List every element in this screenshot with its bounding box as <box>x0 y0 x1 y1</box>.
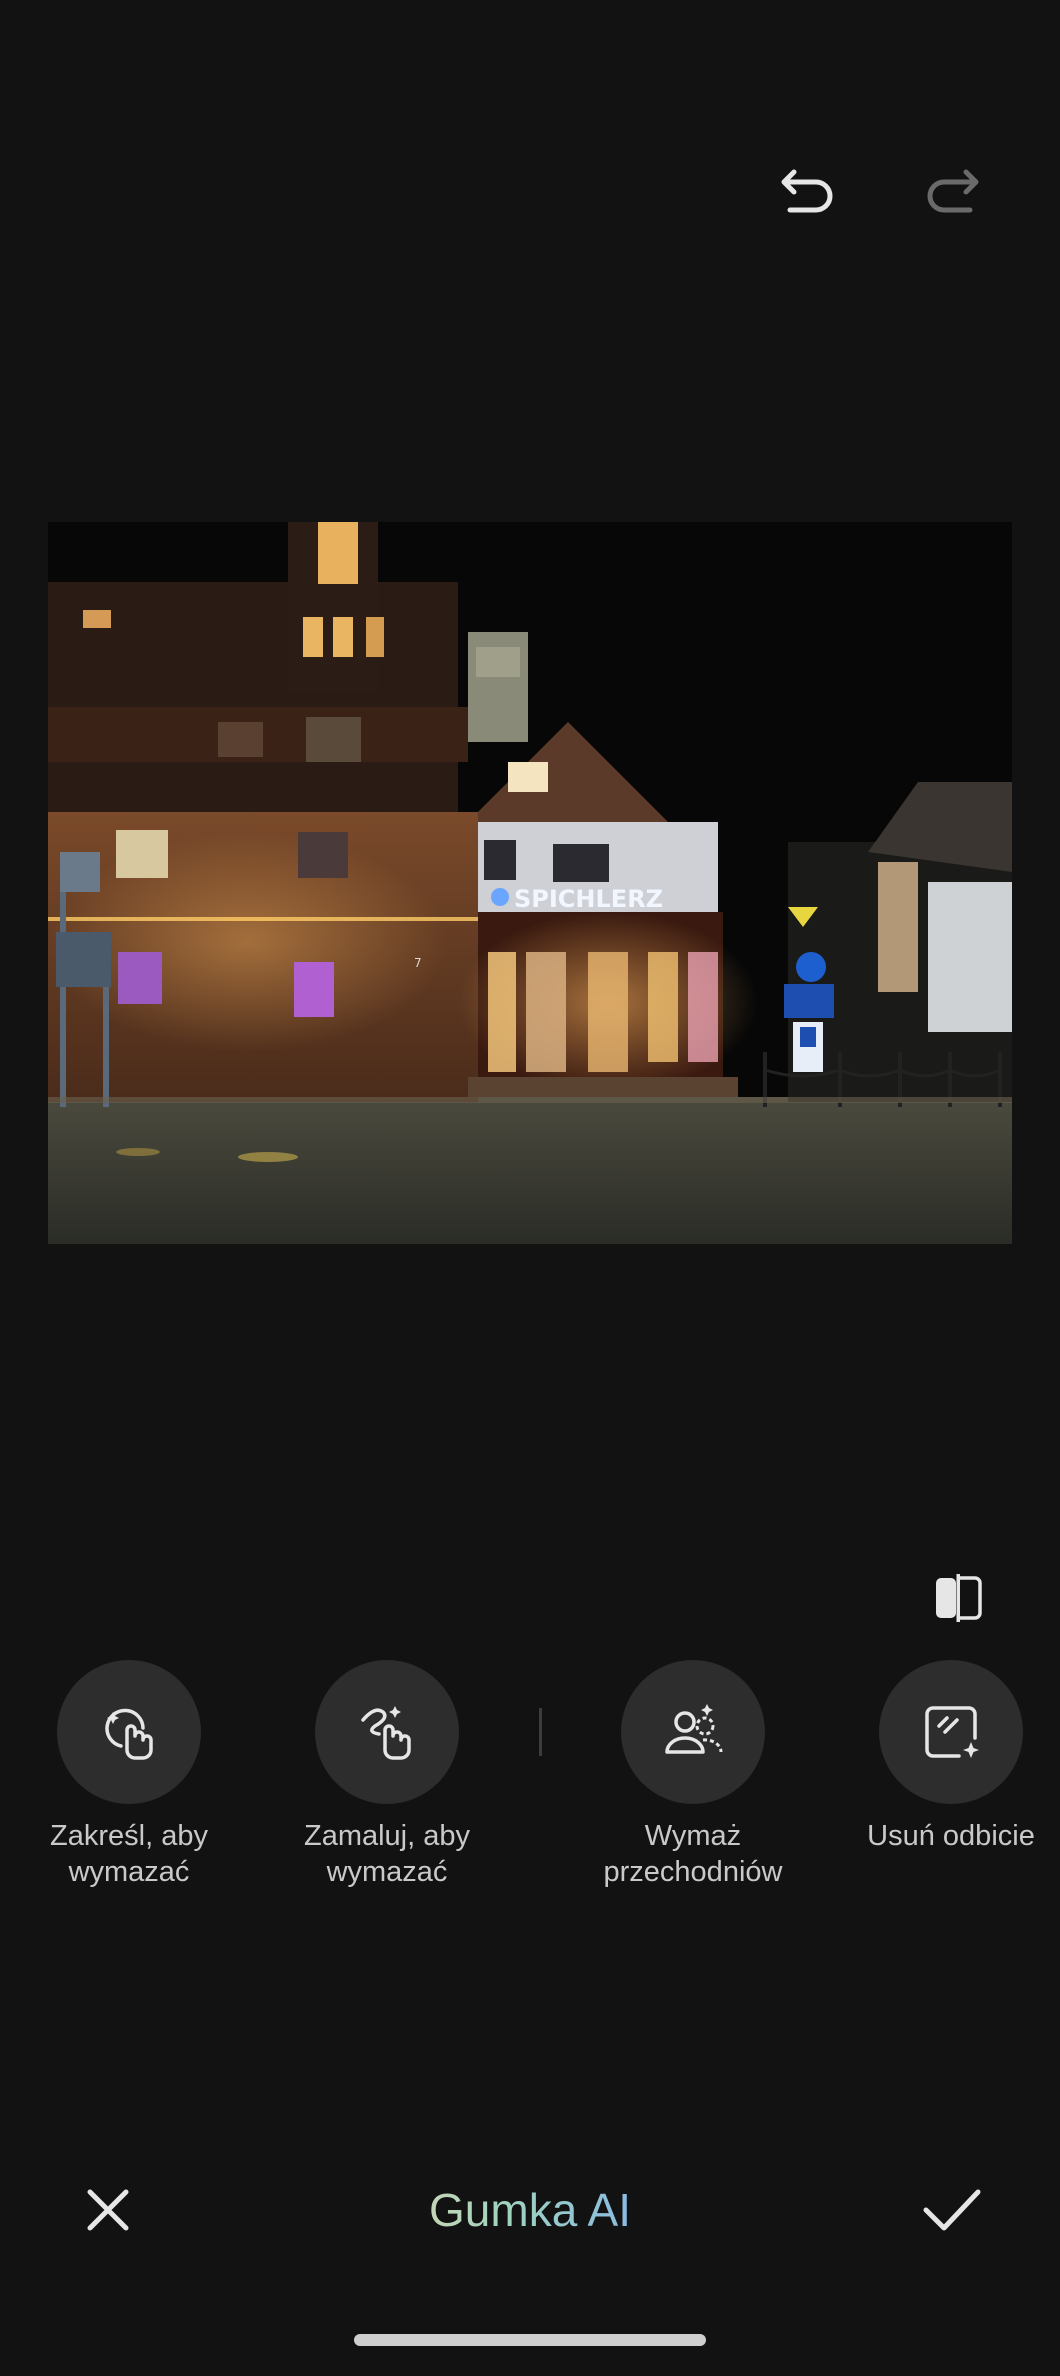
tool-label: Wymaż przechodniów <box>603 1820 783 1888</box>
check-icon <box>923 2189 981 2231</box>
compare-button[interactable] <box>920 1566 996 1630</box>
tool-icon-bg <box>315 1660 459 1804</box>
redo-button[interactable] <box>912 150 992 230</box>
redo-icon <box>927 169 979 213</box>
tool-label: Zamaluj, aby wymazać <box>303 1820 470 1888</box>
tool-brush-to-erase[interactable]: Zamaluj, aby wymazać <box>257 1660 517 1890</box>
confirm-button[interactable] <box>912 2170 992 2250</box>
cancel-button[interactable] <box>68 2170 148 2250</box>
undo-button[interactable] <box>768 150 848 230</box>
tool-label: Usuń odbicie <box>867 1820 1035 1852</box>
tool-remove-people[interactable]: Wymaż przechodniów <box>563 1660 823 1890</box>
compare-icon <box>936 1574 982 1622</box>
tools-divider <box>539 1708 542 1756</box>
undo-icon <box>781 169 833 213</box>
photo-sign-text: SPICHLERZ <box>514 885 663 913</box>
tool-icon-bg <box>621 1660 765 1804</box>
tool-icon-bg <box>57 1660 201 1804</box>
screen-title: Gumka AI <box>330 2182 730 2238</box>
remove-reflection-icon <box>925 1706 979 1758</box>
tool-circle-to-erase[interactable]: Zakreśl, aby wymazać <box>0 1660 259 1890</box>
home-indicator[interactable] <box>354 2334 706 2346</box>
tool-label: Zakreśl, aby wymazać <box>50 1820 208 1888</box>
tool-icon-bg <box>879 1660 1023 1804</box>
photo-canvas[interactable]: SPICHLERZ 7 <box>48 522 1012 1244</box>
tool-remove-reflection[interactable]: Usuń odbicie <box>821 1660 1060 1854</box>
brush-erase-icon <box>361 1706 411 1760</box>
close-icon <box>87 2189 129 2231</box>
photo-house-number: 7 <box>414 956 422 970</box>
circle-select-icon <box>105 1708 153 1760</box>
remove-people-icon <box>665 1704 723 1754</box>
